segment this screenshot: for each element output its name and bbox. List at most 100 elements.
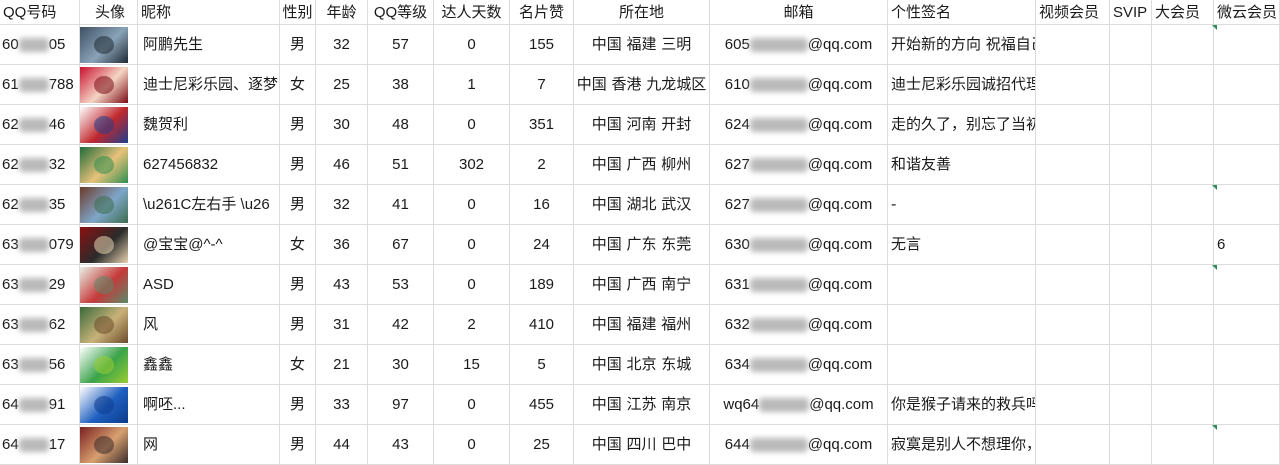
header-big-vip[interactable]: 大会员: [1152, 0, 1214, 25]
cell-location[interactable]: 中国 福建 三明: [574, 25, 710, 65]
cell-daren[interactable]: 0: [434, 385, 510, 425]
waterfall-photo-icon[interactable]: [80, 187, 128, 223]
cell-mail[interactable]: 627 @qq.com: [710, 145, 888, 185]
cell-likes[interactable]: 189: [510, 265, 574, 305]
cell-age[interactable]: 30: [316, 105, 368, 145]
cell-qq_level[interactable]: 57: [368, 25, 434, 65]
cell-nickname[interactable]: 网: [138, 425, 280, 465]
red-poster-icon[interactable]: [80, 227, 128, 263]
cell-avatar[interactable]: [80, 105, 138, 145]
cell-daren[interactable]: 1: [434, 65, 510, 105]
cell-age[interactable]: 25: [316, 65, 368, 105]
cell-signature[interactable]: 寂寞是别人不想理你，孤独是你不想理别人: [888, 425, 1036, 465]
cell-qq_level[interactable]: 42: [368, 305, 434, 345]
header-avatar[interactable]: 头像: [80, 0, 138, 25]
cell-gender[interactable]: 男: [280, 385, 316, 425]
cell-gender[interactable]: 女: [280, 345, 316, 385]
cell-bigvip[interactable]: [1152, 225, 1214, 265]
cell-qq_level[interactable]: 67: [368, 225, 434, 265]
cell-location[interactable]: 中国 河南 开封: [574, 105, 710, 145]
cell-location[interactable]: 中国 广西 南宁: [574, 265, 710, 305]
mountain-lake-photo-icon[interactable]: [80, 27, 128, 63]
cell-age[interactable]: 32: [316, 25, 368, 65]
cell-nickname[interactable]: ASD: [138, 265, 280, 305]
cell-svip[interactable]: [1110, 185, 1152, 225]
cell-nickname[interactable]: 魏贺利: [138, 105, 280, 145]
cell-weiyun[interactable]: [1214, 145, 1280, 185]
green-sign-icon[interactable]: [80, 147, 128, 183]
cell-weiyun[interactable]: [1214, 345, 1280, 385]
green-emblem-icon[interactable]: [80, 347, 128, 383]
cell-avatar[interactable]: [80, 65, 138, 105]
cell-signature[interactable]: 你是猴子请来的救兵吗！: [888, 385, 1036, 425]
cell-signature[interactable]: 迪士尼彩乐园诚招代理: [888, 65, 1036, 105]
header-signature[interactable]: 个性签名: [888, 0, 1036, 25]
header-weiyun-vip[interactable]: 微云会员: [1214, 0, 1280, 25]
cell-weiyun[interactable]: [1214, 185, 1280, 225]
cell-gender[interactable]: 女: [280, 225, 316, 265]
cell-age[interactable]: 43: [316, 265, 368, 305]
cell-signature[interactable]: [888, 265, 1036, 305]
header-qq-level[interactable]: QQ等级: [368, 0, 434, 25]
cell-svip[interactable]: [1110, 145, 1152, 185]
cell-bigvip[interactable]: [1152, 65, 1214, 105]
cell-gender[interactable]: 男: [280, 265, 316, 305]
cell-age[interactable]: 46: [316, 145, 368, 185]
cell-gender[interactable]: 男: [280, 305, 316, 345]
cell-likes[interactable]: 24: [510, 225, 574, 265]
cell-qq_level[interactable]: 43: [368, 425, 434, 465]
cell-location[interactable]: 中国 广东 东莞: [574, 225, 710, 265]
header-daren-days[interactable]: 达人天数: [434, 0, 510, 25]
cell-svip[interactable]: [1110, 385, 1152, 425]
cell-qq_level[interactable]: 38: [368, 65, 434, 105]
cell-daren[interactable]: 2: [434, 305, 510, 345]
cell-video[interactable]: [1036, 25, 1110, 65]
cell-age[interactable]: 33: [316, 385, 368, 425]
cell-bigvip[interactable]: [1152, 305, 1214, 345]
cell-signature[interactable]: 和谐友善: [888, 145, 1036, 185]
cell-weiyun[interactable]: [1214, 265, 1280, 305]
cell-daren[interactable]: 0: [434, 25, 510, 65]
cell-qq[interactable]: 62 35: [0, 185, 80, 225]
cell-nickname[interactable]: 迪士尼彩乐园、逐梦: [138, 65, 280, 105]
cell-daren[interactable]: 0: [434, 425, 510, 465]
cell-avatar[interactable]: [80, 425, 138, 465]
cell-mail[interactable]: 634 @qq.com: [710, 345, 888, 385]
cell-video[interactable]: [1036, 225, 1110, 265]
cell-age[interactable]: 32: [316, 185, 368, 225]
cell-signature[interactable]: [888, 305, 1036, 345]
header-qq-number[interactable]: QQ号码: [0, 0, 80, 25]
cell-bigvip[interactable]: [1152, 105, 1214, 145]
cell-gender[interactable]: 女: [280, 65, 316, 105]
cell-avatar[interactable]: [80, 265, 138, 305]
cell-avatar[interactable]: [80, 145, 138, 185]
cell-nickname[interactable]: 鑫鑫: [138, 345, 280, 385]
cell-nickname[interactable]: @宝宝@^-^: [138, 225, 280, 265]
header-video-vip[interactable]: 视频会员: [1036, 0, 1110, 25]
cell-bigvip[interactable]: [1152, 145, 1214, 185]
cell-video[interactable]: [1036, 105, 1110, 145]
cell-weiyun[interactable]: [1214, 105, 1280, 145]
cell-qq[interactable]: 62 32: [0, 145, 80, 185]
cell-daren[interactable]: 302: [434, 145, 510, 185]
cell-video[interactable]: [1036, 185, 1110, 225]
cell-qq[interactable]: 63 29: [0, 265, 80, 305]
cell-svip[interactable]: [1110, 105, 1152, 145]
cell-signature[interactable]: 走的久了，别忘了当初为什么出发！: [888, 105, 1036, 145]
cell-qq_level[interactable]: 30: [368, 345, 434, 385]
blue-logo-icon[interactable]: [80, 387, 128, 423]
cell-qq[interactable]: 64 91: [0, 385, 80, 425]
cell-qq_level[interactable]: 51: [368, 145, 434, 185]
cell-qq[interactable]: 63 56: [0, 345, 80, 385]
cell-qq[interactable]: 60 05: [0, 25, 80, 65]
cell-bigvip[interactable]: [1152, 185, 1214, 225]
cell-mail[interactable]: 630 @qq.com: [710, 225, 888, 265]
cell-signature[interactable]: 开始新的方向 祝福自己一路顺风: [888, 25, 1036, 65]
cell-qq_level[interactable]: 53: [368, 265, 434, 305]
cell-gender[interactable]: 男: [280, 25, 316, 65]
header-age[interactable]: 年龄: [316, 0, 368, 25]
cell-gender[interactable]: 男: [280, 145, 316, 185]
cell-mail[interactable]: 632 @qq.com: [710, 305, 888, 345]
cell-avatar[interactable]: [80, 305, 138, 345]
cell-mail[interactable]: 624 @qq.com: [710, 105, 888, 145]
